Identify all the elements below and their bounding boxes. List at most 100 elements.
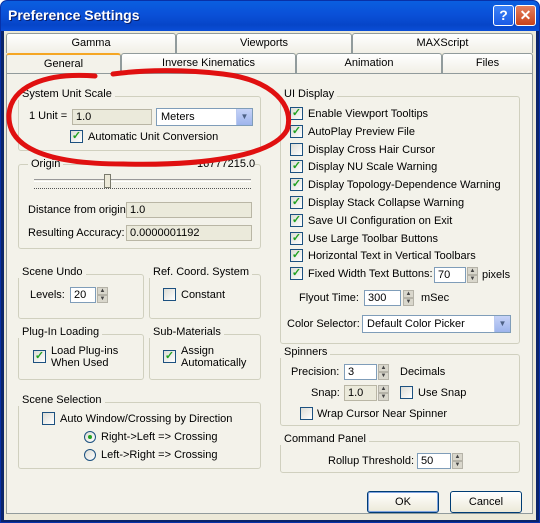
wrap-cursor-checkbox[interactable]: ✓ [300, 407, 313, 420]
load-plugins-checkbox[interactable]: ✓ [33, 350, 46, 363]
help-button[interactable]: ? [493, 5, 514, 26]
distance-from-origin-input[interactable]: 1.0 [126, 202, 252, 218]
left-right-crossing-radio[interactable] [84, 449, 96, 461]
load-plugins-label-line2: When Used [51, 357, 109, 369]
window-title: Preference Settings [8, 7, 140, 23]
use-snap-checkbox[interactable]: ✓ [400, 386, 413, 399]
tab-general[interactable]: General [6, 53, 121, 74]
units-dropdown[interactable]: Meters ▼ [156, 108, 253, 126]
tab-files[interactable]: Files [442, 53, 533, 73]
snap-label: Snap: [311, 387, 340, 399]
dialog-client: Gamma Viewports MAXScript General Invers… [4, 31, 536, 520]
precision-input[interactable]: 3 [344, 364, 377, 380]
use-snap-label: Use Snap [418, 387, 467, 399]
color-selector-value: Default Color Picker [367, 318, 465, 330]
ui-display-checkbox[interactable]: ✓ [290, 267, 303, 281]
origin-slider-track[interactable] [34, 179, 251, 182]
load-plugins-label-line1: Load Plug-ins [51, 345, 119, 357]
ui-display-item-label: Display Topology-Dependence Warning [308, 179, 501, 192]
color-selector-dropdown[interactable]: Default Color Picker ▼ [362, 315, 511, 333]
sub-materials-label: Sub-Materials [149, 326, 224, 338]
chevron-down-icon[interactable]: ▼ [236, 109, 252, 125]
ok-button[interactable]: OK [367, 491, 439, 513]
ui-display-item-label: Use Large Toolbar Buttons [308, 232, 439, 245]
ui-display-item-label: Save UI Configuration on Exit [308, 214, 453, 227]
resulting-accuracy-value: 0.0000001192 [126, 225, 252, 241]
ui-display-checkbox[interactable]: ✓ [290, 107, 303, 120]
levels-spinner[interactable]: ▲ ▼ [97, 287, 108, 303]
levels-input[interactable]: 20 [70, 287, 96, 303]
ui-display-item-label: Horizontal Text in Vertical Toolbars [308, 250, 476, 263]
wrap-cursor-label: Wrap Cursor Near Spinner [317, 408, 448, 420]
auto-window-crossing-label: Auto Window/Crossing by Direction [60, 413, 233, 425]
fixed-width-spinner[interactable]: ▲ ▼ [467, 267, 478, 283]
origin-slider-ticks [34, 188, 251, 189]
ui-display-checkbox[interactable]: ✓ [290, 124, 303, 138]
assign-label-line1: Assign [181, 345, 215, 357]
decimals-label: Decimals [400, 366, 446, 378]
ui-display-item-label: AutoPlay Preview File [308, 125, 415, 138]
plugin-loading-label: Plug-In Loading [18, 326, 103, 338]
auto-window-crossing-checkbox[interactable]: ✓ [42, 412, 55, 425]
ui-display-label: UI Display [280, 88, 338, 100]
distance-from-origin-label: Distance from origin: [28, 204, 129, 216]
precision-label: Precision: [291, 366, 340, 378]
left-right-crossing-label: Left->Right => Crossing [101, 449, 218, 461]
right-left-crossing-radio[interactable] [84, 431, 96, 443]
origin-value: 16777215.0 [197, 158, 256, 170]
ui-display-checkbox[interactable]: ✓ [290, 142, 303, 156]
constant-label: Constant [181, 289, 226, 301]
ui-display-item-label: Fixed Width Text Buttons: [308, 268, 433, 281]
right-left-crossing-label: Right->Left => Crossing [101, 431, 218, 443]
origin-label: Origin [28, 158, 64, 170]
spinners-label: Spinners [280, 346, 331, 358]
units-dropdown-value: Meters [161, 111, 195, 123]
rollup-threshold-spinner[interactable]: ▲ ▼ [452, 453, 463, 469]
ui-display-checkbox[interactable]: ✓ [290, 213, 303, 227]
close-button[interactable]: ✕ [515, 5, 536, 26]
tab-inverse-kinematics[interactable]: Inverse Kinematics [121, 53, 296, 73]
command-panel-label: Command Panel [280, 433, 369, 445]
constant-checkbox[interactable]: ✓ [163, 288, 176, 301]
msec-label: mSec [421, 292, 450, 304]
cancel-button[interactable]: Cancel [450, 491, 522, 513]
ui-display-checkbox[interactable]: ✓ [290, 196, 303, 209]
snap-input[interactable]: 1.0 [344, 385, 377, 401]
snap-spinner[interactable]: ▲ ▼ [378, 385, 389, 401]
ui-display-checkbox[interactable]: ✓ [290, 231, 303, 245]
title-bar[interactable]: Preference Settings ? ✕ [1, 1, 539, 31]
unit-value-input[interactable]: 1.0 [72, 109, 152, 125]
unit-label: 1 Unit = [29, 110, 68, 122]
pixels-label: pixels [482, 269, 511, 281]
ui-display-checkbox[interactable]: ✓ [290, 178, 303, 192]
ui-display-item-label: Display Stack Collapse Warning [308, 197, 465, 209]
rollup-threshold-input[interactable]: 50 [417, 453, 451, 469]
ui-display-checkbox[interactable]: ✓ [290, 160, 303, 174]
color-selector-label: Color Selector: [287, 318, 360, 330]
automatic-unit-conversion-label: Automatic Unit Conversion [88, 131, 219, 143]
system-unit-scale-label: System Unit Scale [18, 88, 115, 100]
chevron-down-icon[interactable]: ▼ [494, 316, 510, 332]
flyout-time-input[interactable]: 300 [364, 290, 401, 306]
tab-gamma[interactable]: Gamma [6, 33, 176, 53]
ref-coord-label: Ref. Coord. System [149, 266, 252, 278]
tab-maxscript[interactable]: MAXScript [352, 33, 533, 53]
fixed-width-input[interactable]: 70 [434, 267, 466, 283]
flyout-time-spinner[interactable]: ▲ ▼ [403, 290, 414, 306]
ui-display-checkbox[interactable]: ✓ [290, 249, 303, 263]
resulting-accuracy-label: Resulting Accuracy: [28, 227, 125, 239]
rollup-threshold-label: Rollup Threshold: [328, 455, 415, 467]
preference-settings-window: Preference Settings ? ✕ Gamma Viewports … [0, 0, 540, 523]
ui-display-item-label: Display NU Scale Warning [308, 161, 438, 174]
origin-slider-thumb[interactable] [104, 174, 111, 188]
tab-viewports[interactable]: Viewports [176, 33, 352, 53]
tab-animation[interactable]: Animation [296, 53, 442, 73]
automatic-unit-conversion-checkbox[interactable]: ✓ [70, 130, 83, 143]
levels-label: Levels: [30, 289, 65, 301]
precision-spinner[interactable]: ▲ ▼ [378, 364, 389, 380]
flyout-time-label: Flyout Time: [299, 292, 359, 304]
scene-selection-label: Scene Selection [18, 394, 105, 406]
ui-display-item-label: Enable Viewport Tooltips [308, 108, 429, 120]
assign-automatically-checkbox[interactable]: ✓ [163, 350, 176, 363]
scene-undo-label: Scene Undo [18, 266, 86, 278]
